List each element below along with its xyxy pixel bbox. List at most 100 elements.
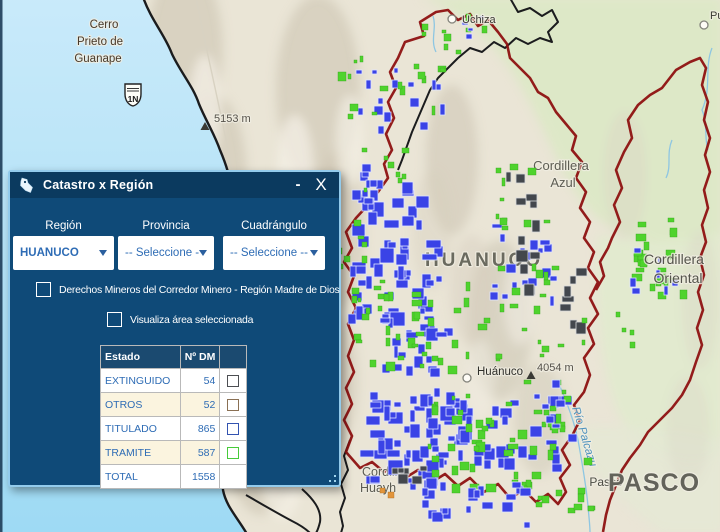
concession-block-tramite (578, 494, 584, 502)
concession-block-titulado (384, 112, 391, 122)
estado-table: Estado Nº DM EXTINGUIDO54OTROS52TITULADO… (100, 345, 247, 489)
concession-block-tramite (386, 338, 390, 346)
concession-block-tramite (478, 430, 485, 439)
concession-block-titulado (380, 318, 390, 323)
minimize-button[interactable]: - (290, 173, 306, 197)
cuadrangulo-select[interactable]: -- Seleccione -- (223, 236, 325, 270)
resize-handle[interactable] (324, 470, 336, 482)
concession-block-titulado (370, 392, 378, 400)
layer-checkbox-otros[interactable] (227, 399, 239, 411)
concession-block-tramite (402, 148, 409, 153)
concession-block-tramite (508, 444, 518, 449)
concession-block-tramite (668, 218, 674, 222)
concession-block-titulado (502, 502, 513, 512)
town-marker (448, 15, 456, 23)
concession-block-titulado (500, 234, 505, 242)
layer-checkbox-tramite[interactable] (227, 447, 239, 459)
concession-block-tramite (544, 272, 548, 280)
app-window: CerroPrieto deGuanapeHUANUCOPascoPASCOCo… (0, 0, 720, 532)
concession-block-titulado (426, 240, 441, 248)
concession-block-tramite (630, 330, 634, 335)
concession-block-tramite (556, 414, 561, 423)
concession-block-titulado (630, 278, 636, 287)
concession-block-tramite (550, 406, 556, 411)
dialog-title: Catastro x Región (43, 178, 153, 192)
concession-block-tramite (578, 488, 585, 494)
estado-row: TITULADO865 (101, 417, 247, 441)
dialog-titlebar[interactable]: Catastro x Región - X (10, 172, 339, 198)
concession-block-titulado (512, 282, 517, 288)
concession-block-tramite (540, 354, 544, 357)
layer-checkbox-extinguido[interactable] (227, 375, 239, 387)
concession-block-titulado (348, 314, 356, 324)
concession-block-titulado (524, 522, 530, 528)
concession-block-titulado (482, 502, 493, 509)
concession-block-titulado (426, 428, 433, 438)
concession-block-tramite (460, 462, 469, 470)
concession-block-titulado (370, 476, 380, 483)
concession-block-otros (518, 236, 525, 245)
concession-block-titulado (410, 410, 415, 422)
concession-block-tramite (362, 242, 367, 247)
concession-block-tramite (360, 56, 363, 62)
concession-block-orange (380, 488, 385, 493)
concession-block-tramite (402, 174, 406, 179)
layer-toggle-cell (220, 441, 247, 465)
concession-block-titulado (420, 446, 429, 458)
concession-block-titulado (530, 426, 542, 437)
map-label: Cerro (90, 19, 119, 31)
concession-block-tramite (444, 44, 448, 50)
concession-block-tramite (440, 68, 445, 72)
concession-block-tramite (432, 106, 435, 115)
ndm-cell: 1558 (181, 465, 220, 489)
concession-block-tramite (354, 60, 357, 63)
provincia-select[interactable]: -- Seleccione -- (118, 236, 214, 270)
col-estado: Estado (101, 346, 181, 369)
concession-block-titulado (362, 164, 371, 172)
concession-block-titulado (466, 34, 472, 39)
concession-block-titulado (398, 266, 404, 280)
concession-block-tramite (496, 214, 499, 219)
concession-block-tramite (528, 168, 536, 175)
concession-block-titulado (350, 266, 356, 277)
concession-block-titulado (492, 284, 498, 288)
concession-block-tramite (378, 306, 382, 311)
concession-block-tramite (438, 358, 443, 365)
concession-block-tramite (558, 344, 564, 347)
visualiza-area-checkbox[interactable] (107, 312, 122, 327)
concession-block-titulado (432, 446, 439, 452)
concession-block-tramite (384, 156, 388, 160)
concession-block-otros (506, 172, 511, 182)
concession-block-tramite (556, 490, 562, 496)
close-button[interactable]: X (312, 173, 330, 197)
concession-block-tramite (498, 266, 505, 271)
concession-block-tramite (486, 418, 492, 424)
concession-block-tramite (582, 340, 585, 345)
route-shield-icon: 1N (125, 84, 141, 106)
concession-block-tramite (510, 438, 515, 442)
concession-block-tramite (362, 314, 369, 320)
concession-block-tramite (534, 410, 542, 414)
concession-block-tramite (374, 286, 381, 290)
layer-checkbox-titulado[interactable] (227, 423, 239, 435)
concession-block-titulado (358, 108, 363, 115)
concession-block-tramite (416, 332, 424, 336)
concession-block-tramite (544, 220, 550, 223)
corredor-minero-checkbox[interactable] (36, 282, 51, 297)
concession-block-tramite (428, 444, 431, 449)
concession-block-tramite (482, 426, 488, 431)
concession-block-tramite (532, 472, 541, 479)
concession-block-tramite (452, 466, 458, 475)
concession-block-tramite (384, 294, 389, 301)
concession-block-tramite (452, 416, 462, 424)
concession-block-titulado (474, 456, 482, 466)
concession-block-tramite (560, 426, 565, 432)
map-label: Guanape (74, 53, 121, 65)
concession-block-titulado (368, 212, 377, 225)
region-select[interactable]: HUANUCO (13, 236, 114, 270)
concession-block-tramite (530, 446, 537, 455)
concession-block-titulado (504, 458, 515, 470)
peru-map-icon (19, 177, 34, 194)
concession-block-titulado (366, 80, 371, 89)
concession-block-tramite (388, 162, 394, 168)
